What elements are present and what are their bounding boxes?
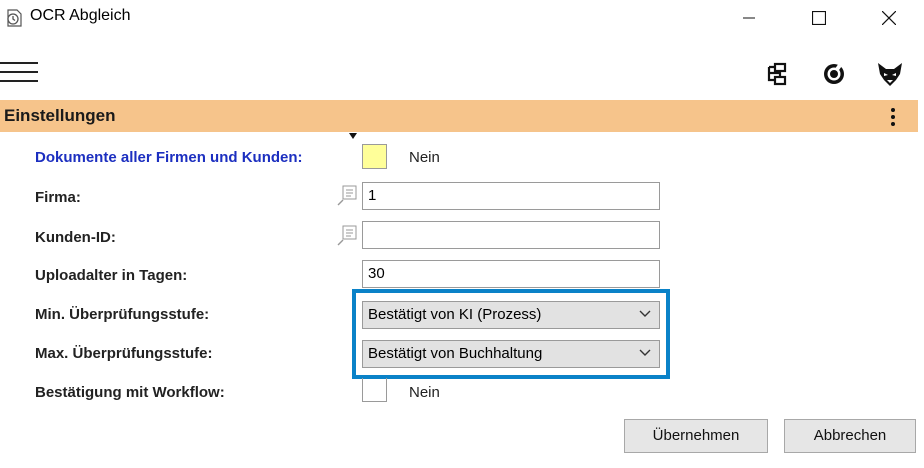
workflow-label: Bestätigung mit Workflow: (35, 384, 225, 401)
workflow-value: Nein (409, 384, 440, 401)
uploadalter-input[interactable]: 30 (362, 260, 660, 288)
minimize-button[interactable] (726, 0, 772, 36)
hierarchy-icon[interactable] (766, 62, 790, 86)
hamburger-menu-icon[interactable] (0, 60, 40, 86)
max-stufe-label: Max. Überprüfungsstufe: (35, 345, 213, 362)
clock-document-icon (4, 8, 24, 28)
close-icon (882, 11, 896, 25)
firma-input[interactable]: 1 (362, 182, 660, 210)
more-vertical-icon[interactable] (888, 104, 898, 130)
lookup-list-icon[interactable] (336, 225, 358, 247)
docs-all-value: Nein (409, 149, 440, 166)
title-bar (0, 0, 924, 36)
section-header (0, 100, 918, 132)
maximize-button[interactable] (796, 0, 842, 36)
highlight-frame (352, 289, 670, 379)
caret-down-icon (349, 133, 357, 139)
workflow-checkbox[interactable] (362, 378, 387, 402)
uploadalter-label: Uploadalter in Tagen: (35, 267, 188, 284)
window-title: OCR Abgleich (30, 7, 131, 24)
docs-all-label: Dokumente aller Firmen und Kunden: (35, 149, 303, 166)
section-title: Einstellungen (4, 106, 116, 125)
kunden-id-label: Kunden-ID: (35, 229, 116, 246)
kunden-id-input[interactable] (362, 221, 660, 249)
ubernehmen-button[interactable]: Übernehmen (624, 419, 768, 453)
close-button[interactable] (866, 0, 912, 36)
min-stufe-label: Min. Überprüfungsstufe: (35, 306, 210, 323)
firma-label: Firma: (35, 189, 81, 206)
help-circle-icon[interactable] (822, 62, 846, 86)
maximize-icon (812, 11, 826, 25)
fox-logo-icon[interactable] (876, 60, 904, 88)
lookup-list-icon[interactable] (336, 185, 358, 207)
abbrechen-button[interactable]: Abbrechen (784, 419, 916, 453)
docs-all-checkbox[interactable] (362, 144, 387, 169)
minimize-icon (743, 17, 755, 19)
